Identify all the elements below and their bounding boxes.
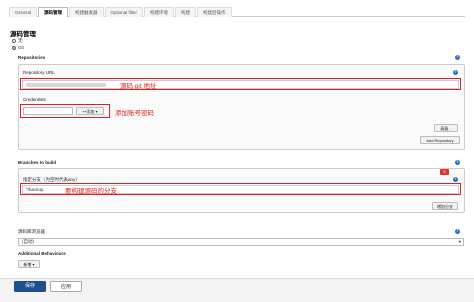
repository-url-label: Repository URL — [23, 70, 55, 75]
branches-heading: Branches to build — [18, 160, 57, 165]
branch-specifier-help-icon[interactable]: ? — [453, 177, 458, 182]
apply-button[interactable]: 应用 — [50, 281, 82, 292]
credentials-selected: - - - - - - - - - - - - - - - - — [27, 108, 70, 113]
tab-post-build[interactable]: 构建后操作 — [197, 7, 232, 17]
branch-annotation: 要构建源码的分支 — [65, 188, 117, 195]
add-behaviour-button[interactable]: 新增 ▾ — [18, 260, 40, 268]
additional-behaviours-label: Additional Behaviours — [18, 251, 66, 256]
repository-browser-help-icon[interactable]: ? — [455, 229, 460, 234]
scm-option-none-label: 无 — [18, 38, 23, 43]
repository-url-help-icon[interactable]: ? — [453, 70, 458, 75]
section-title: 源码管理 — [10, 31, 36, 38]
tab-build-triggers[interactable]: 构建触发器 — [69, 7, 104, 17]
add-branch-button[interactable]: 增加分支 — [432, 202, 458, 210]
advanced-button[interactable]: 高级... — [434, 124, 458, 132]
branches-help-icon[interactable]: ? — [455, 160, 460, 165]
tab-optional-filter[interactable]: Optional filter — [104, 7, 144, 17]
scm-option-none[interactable]: 无 — [12, 38, 23, 44]
repository-url-highlight — [20, 78, 461, 90]
credentials-annotation: 添加账号密码 — [115, 110, 154, 117]
repositories-heading: Repositories — [18, 55, 46, 60]
credentials-select[interactable]: - - - - - - - - - - - - - - - - — [23, 107, 73, 115]
tab-general[interactable]: General — [9, 7, 38, 17]
tab-scm[interactable]: 源码管理 — [38, 7, 69, 17]
repository-browser-select[interactable]: (自动) ▾ — [18, 238, 464, 246]
repository-url-annotation: 源码 git 地址 — [120, 83, 157, 90]
add-repository-button[interactable]: Add Repository — [420, 136, 460, 144]
repositories-help-icon[interactable]: ? — [455, 55, 460, 60]
repository-browser-selected: (自动) — [22, 239, 34, 244]
scm-option-git[interactable]: Git — [12, 45, 24, 50]
chevron-down-icon: ▾ — [458, 239, 461, 244]
chevron-down-icon: ▾ — [31, 262, 35, 267]
remove-branch-button[interactable]: X — [440, 169, 449, 175]
radio-git[interactable] — [12, 45, 16, 50]
chevron-down-icon: ▾ — [94, 109, 98, 114]
credentials-label: Credentials — [23, 97, 46, 102]
save-button[interactable]: 保存 — [14, 281, 46, 292]
tab-build[interactable]: 构建 — [175, 7, 197, 17]
credentials-add-button[interactable]: ⊶添加 ▾ — [76, 107, 104, 115]
config-tabs: General 源码管理 构建触发器 Optional filter 构建环境 … — [9, 7, 465, 17]
radio-none[interactable] — [12, 39, 16, 43]
tab-build-environment[interactable]: 构建环境 — [144, 7, 175, 17]
scm-option-git-label: Git — [18, 45, 24, 50]
repository-browser-label: 源码库浏览器 — [18, 229, 45, 234]
